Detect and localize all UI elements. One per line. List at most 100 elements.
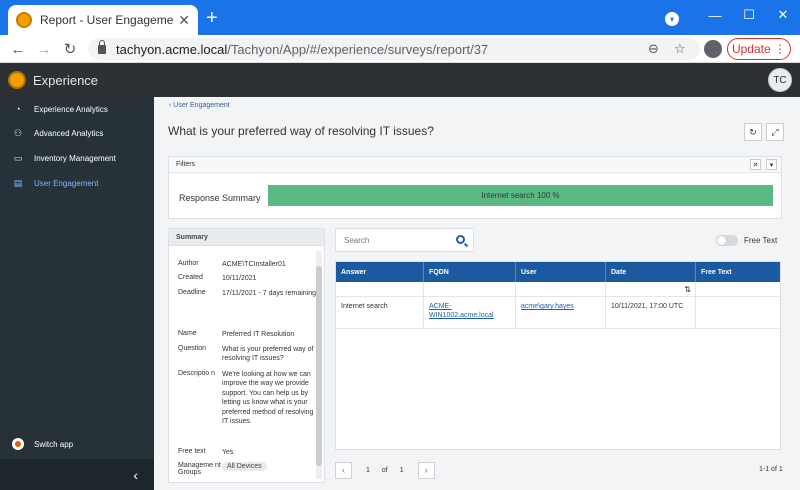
switch-app-label: Switch app xyxy=(34,439,74,449)
response-bar-text: Internet search 100 % xyxy=(481,191,560,200)
response-summary-bar[interactable]: Internet search 100 % xyxy=(268,185,773,206)
filters-label: Filters xyxy=(176,161,196,168)
table-header: Answer FQDN User Date Free Text xyxy=(336,262,780,282)
chevron-left-icon: ‹ xyxy=(133,466,138,483)
update-button[interactable]: Update ⋮ xyxy=(727,38,791,60)
search-icon[interactable] xyxy=(456,235,465,244)
cell-free-text xyxy=(696,297,780,328)
prev-page-button[interactable]: ‹ xyxy=(335,461,352,479)
sort-icon[interactable]: ⇅ xyxy=(606,282,696,296)
monitor-icon: ▭ xyxy=(13,152,23,163)
sidebar-item-label: Advanced Analytics xyxy=(34,128,104,138)
free-text-label: Free Text xyxy=(744,236,778,245)
responses-table: Answer FQDN User Date Free Text ⇅ Intern… xyxy=(335,261,781,450)
cell-date: 10/11/2021, 17:00 UTC xyxy=(606,297,696,328)
free-text-toggle[interactable] xyxy=(716,235,738,246)
sidebar: ◔ Experience Analytics ⚇ Advanced Analyt… xyxy=(0,97,154,490)
collapse-sidebar-button[interactable]: ‹ xyxy=(0,459,154,490)
response-summary-label: Response Summary xyxy=(179,193,261,203)
summary-key: Author xyxy=(178,260,199,267)
browser-tab-bar: Report - User Engagement - Expe ✕ + ▾ — … xyxy=(0,0,800,35)
column-header-answer[interactable]: Answer xyxy=(336,262,424,282)
summary-key: Deadline xyxy=(178,289,206,296)
refresh-button[interactable]: ↻ xyxy=(744,123,762,141)
binoculars-icon: ⚇ xyxy=(13,127,23,138)
page-of-label: of xyxy=(381,466,388,474)
sidebar-item-label: User Engagement xyxy=(34,178,99,188)
maximize-icon[interactable]: ☐ xyxy=(732,0,766,30)
summary-value: Preferred IT Resolution xyxy=(222,331,295,338)
current-page[interactable]: 1 xyxy=(366,467,370,474)
summary-free-text: Free text Yes xyxy=(178,448,318,457)
breadcrumb[interactable]: ‹ User Engagement xyxy=(169,102,230,109)
forward-icon[interactable]: → xyxy=(34,39,54,59)
window-controls: — ☐ ✕ xyxy=(698,0,800,35)
browser-tab[interactable]: Report - User Engagement - Expe ✕ xyxy=(8,5,198,35)
new-tab-icon[interactable]: + xyxy=(206,8,218,28)
switch-app-button[interactable]: Switch app xyxy=(0,432,154,456)
app-header: Experience TC xyxy=(0,63,800,97)
cell-user-link[interactable]: acme\gary.hayes xyxy=(516,297,606,328)
total-pages: 1 xyxy=(399,466,404,474)
tab-close-icon[interactable]: ✕ xyxy=(178,12,190,29)
cell-answer: Internet search xyxy=(336,297,424,328)
url-host: tachyon.acme.local xyxy=(116,41,228,57)
app-name: Experience xyxy=(33,73,99,88)
sidebar-item-advanced-analytics[interactable]: ⚇ Advanced Analytics xyxy=(0,121,154,145)
summary-value: Yes xyxy=(222,449,234,456)
close-window-icon[interactable]: ✕ xyxy=(766,0,800,30)
reload-icon[interactable]: ↻ xyxy=(60,39,80,59)
next-page-button[interactable]: › xyxy=(417,461,435,479)
summary-scroll-thumb[interactable] xyxy=(316,266,322,466)
page-title: What is your preferred way of resolving … xyxy=(168,124,434,138)
url-path: /Tachyon/App/#/experience/surveys/report… xyxy=(227,41,489,57)
user-avatar[interactable]: TC xyxy=(768,68,792,92)
chrome-profile-icon[interactable] xyxy=(704,40,722,58)
tab-favicon-icon xyxy=(16,12,32,28)
sidebar-item-experience-analytics[interactable]: ◔ Experience Analytics xyxy=(0,97,154,121)
gauge-icon: ◔ xyxy=(15,104,21,114)
filters-dropdown-icon[interactable]: ▾ xyxy=(766,159,777,170)
summary-key: Free text xyxy=(178,448,206,455)
chevron-right-icon: › xyxy=(424,465,428,475)
switch-app-icon xyxy=(12,438,24,450)
summary-question: Question What is your preferred way of r… xyxy=(178,345,318,364)
sidebar-item-inventory-management[interactable]: ▭ Inventory Management xyxy=(0,146,154,170)
table-row[interactable]: Internet search ACME-WIN1002.acme.local … xyxy=(336,297,780,329)
cell-fqdn-link[interactable]: ACME-WIN1002.acme.local xyxy=(424,297,516,328)
main-content: ‹ User Engagement What is your preferred… xyxy=(154,97,800,490)
bookmark-star-icon[interactable]: ☆ xyxy=(674,41,686,57)
zoom-icon[interactable]: ⊖ xyxy=(648,41,659,57)
tab-title: Report - User Engagement - Expe xyxy=(40,13,174,27)
summary-created: Created 10/11/2021 xyxy=(178,274,318,283)
clear-filters-icon[interactable]: ✕ xyxy=(750,159,761,170)
minimize-icon[interactable]: — xyxy=(698,0,732,30)
address-bar[interactable]: tachyon.acme.local/Tachyon/App/#/experie… xyxy=(88,38,700,60)
browser-toolbar: ← → ↻ tachyon.acme.local/Tachyon/App/#/e… xyxy=(0,35,800,63)
sort-cell xyxy=(424,282,516,296)
expand-button[interactable]: ⤢ xyxy=(766,123,784,141)
summary-name: Name Preferred IT Resolution xyxy=(178,330,318,339)
summary-management-groups: Manageme nt Groups All Devices xyxy=(178,462,318,476)
refresh-icon: ↻ xyxy=(749,126,757,137)
sidebar-item-user-engagement[interactable]: ▤ User Engagement xyxy=(0,171,154,195)
expand-icon: ⤢ xyxy=(771,126,779,137)
filters-header[interactable]: Filters xyxy=(169,157,781,173)
search-box xyxy=(335,228,474,252)
summary-key: Name xyxy=(178,330,197,337)
breadcrumb-link[interactable]: User Engagement xyxy=(173,102,229,109)
tab-search-icon[interactable]: ▾ xyxy=(665,12,679,26)
sort-cell xyxy=(696,282,780,296)
summary-panel: Summary Author ACME\TCInstaller01 Create… xyxy=(168,228,325,483)
column-header-free-text[interactable]: Free Text xyxy=(696,262,780,282)
summary-author: Author ACME\TCInstaller01 xyxy=(178,260,318,269)
back-icon[interactable]: ← xyxy=(8,39,28,59)
column-header-fqdn[interactable]: FQDN xyxy=(424,262,516,282)
management-group-pill: All Devices xyxy=(222,462,267,471)
summary-key: Created xyxy=(178,274,203,281)
pagination: ‹ 1 of 1 › xyxy=(335,461,435,479)
column-header-user[interactable]: User xyxy=(516,262,606,282)
column-header-date[interactable]: Date xyxy=(606,262,696,282)
search-input[interactable] xyxy=(344,235,444,245)
summary-value: What is your preferred way of resolving … xyxy=(222,346,314,363)
